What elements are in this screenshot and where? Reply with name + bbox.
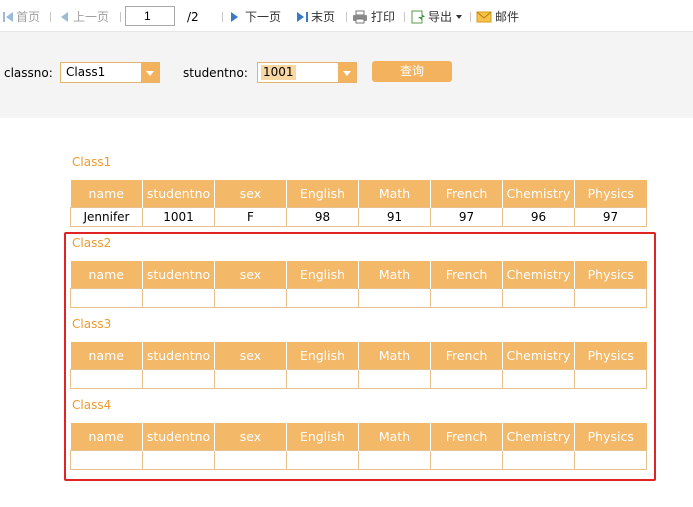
column-header: Physics (574, 180, 647, 207)
table-cell: 97 (430, 206, 503, 227)
toolbar-divider (120, 12, 121, 22)
studentno-select[interactable]: 1001 (257, 62, 357, 83)
column-header: Math (358, 180, 431, 207)
prev-page-button[interactable]: 上一页 (59, 8, 109, 26)
studentno-label: studentno: (183, 66, 248, 80)
prev-page-label: 上一页 (73, 10, 110, 24)
class-title: Class1 (72, 155, 112, 169)
next-page-icon (231, 12, 238, 22)
print-label: 打印 (371, 10, 396, 24)
column-header: Chemistry (502, 180, 575, 207)
toolbar-divider (404, 12, 405, 22)
print-button[interactable]: 打印 (352, 8, 395, 26)
current-page-input[interactable] (125, 6, 175, 26)
class-table: name studentno sex English Math French C… (70, 180, 647, 227)
toolbar-divider (346, 12, 347, 22)
last-page-icon (297, 12, 308, 22)
export-label: 导出 (428, 10, 453, 24)
printer-icon (353, 10, 367, 24)
classno-select[interactable]: Class1 (60, 62, 160, 83)
column-header: sex (214, 180, 287, 207)
column-header: French (430, 180, 503, 207)
next-page-button[interactable]: 下一页 (230, 8, 281, 26)
table-cell: 98 (286, 206, 359, 227)
table-cell: F (214, 206, 287, 227)
studentno-value: 1001 (261, 65, 296, 80)
search-button[interactable]: 查询 (372, 61, 452, 82)
table-row: Jennifer 1001 F 98 91 97 96 97 (70, 206, 647, 227)
toolbar-divider (50, 12, 51, 22)
dropdown-caret-icon (456, 15, 463, 19)
table-header-row: name studentno sex English Math French C… (70, 180, 647, 207)
last-page-label: 末页 (311, 10, 336, 24)
first-page-label: 首页 (16, 10, 41, 24)
table-cell: 1001 (142, 206, 215, 227)
table-cell: 91 (358, 206, 431, 227)
classno-label: classno: (4, 66, 53, 80)
mail-label: 邮件 (495, 10, 520, 24)
table-cell: 97 (574, 206, 647, 227)
classno-value: Class1 (66, 65, 106, 79)
export-icon (411, 10, 425, 24)
table-cell: 96 (502, 206, 575, 227)
mail-icon (476, 11, 492, 23)
column-header: name (70, 180, 143, 207)
chevron-down-icon[interactable] (141, 63, 159, 82)
chevron-down-icon[interactable] (338, 63, 356, 82)
total-pages: /2 (187, 10, 199, 24)
column-header: English (286, 180, 359, 207)
report-toolbar: 首页 上一页 /2 下一页 末页 打印 导出 邮件 (0, 0, 693, 32)
toolbar-divider (222, 12, 223, 22)
first-page-button[interactable]: 首页 (2, 8, 40, 26)
last-page-button[interactable]: 末页 (296, 8, 335, 26)
highlight-annotation-box (64, 232, 656, 481)
query-panel: classno: Class1 studentno: 1001 查询 (0, 32, 693, 118)
column-header: studentno (142, 180, 215, 207)
first-page-icon (3, 12, 13, 22)
mail-button[interactable]: 邮件 (476, 8, 519, 26)
next-page-label: 下一页 (245, 10, 282, 24)
table-cell: Jennifer (70, 206, 143, 227)
prev-page-icon (61, 12, 68, 22)
toolbar-divider (470, 12, 471, 22)
export-button[interactable]: 导出 (411, 8, 463, 26)
